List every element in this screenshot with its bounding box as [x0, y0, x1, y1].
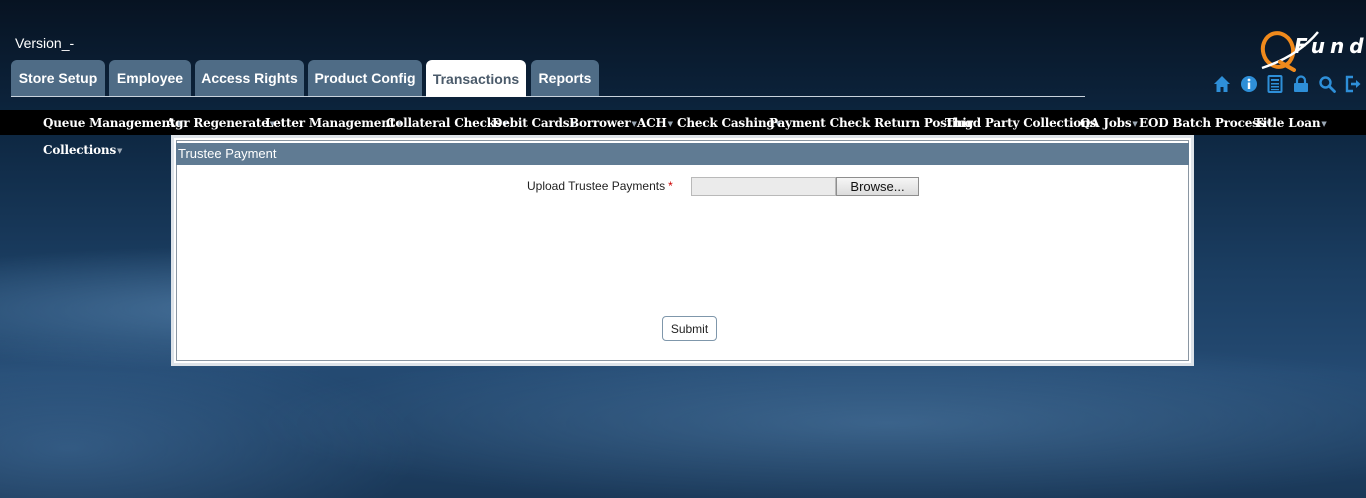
home-icon[interactable] [1213, 75, 1231, 93]
upload-trustee-payments-label: Upload Trustee Payments * [527, 179, 673, 193]
menu-ach[interactable]: ACH▼ [637, 116, 673, 130]
file-path-input[interactable] [691, 177, 836, 196]
search-icon[interactable] [1318, 75, 1336, 93]
menu-queue-management[interactable]: Queue Management▼ [43, 116, 182, 130]
tab-employee[interactable]: Employee [109, 60, 191, 96]
toolbar-icons [1213, 75, 1365, 95]
menu-collateral-checks[interactable]: Collateral Checks▼ [386, 116, 508, 130]
menu-title-loan[interactable]: Title Loan▼ [1254, 116, 1327, 130]
panel-title: Trustee Payment [176, 143, 1189, 165]
calculator-icon[interactable] [1266, 75, 1284, 93]
info-icon[interactable] [1240, 75, 1258, 93]
submit-button[interactable]: Submit [662, 316, 717, 341]
menu-borrower[interactable]: Borrower▼ [569, 116, 637, 130]
menu-payment-check-return-posting[interactable]: Payment Check Return Posting [769, 116, 973, 130]
tab-access-rights[interactable]: Access Rights [195, 60, 304, 96]
lock-icon[interactable] [1292, 75, 1310, 93]
tab-reports[interactable]: Reports [531, 60, 599, 96]
tab-transactions[interactable]: Transactions [426, 60, 526, 97]
tab-product-config[interactable]: Product Config [308, 60, 422, 96]
trustee-payment-panel: Trustee Payment Upload Trustee Payments *… [171, 135, 1194, 366]
version-label: Version_- [15, 35, 75, 51]
menu-eod-batch-process[interactable]: EOD Batch Process▼ [1139, 116, 1272, 130]
tab-store-setup[interactable]: Store Setup [11, 60, 105, 96]
logout-icon[interactable] [1344, 75, 1362, 93]
menu-qa-jobs[interactable]: QA Jobs▼ [1080, 116, 1138, 130]
main-tabs: Store Setup Employee Access Rights Produ… [11, 60, 1085, 97]
browse-button[interactable]: Browse... [836, 177, 919, 196]
menu-letter-management[interactable]: Letter Management▼ [265, 116, 401, 130]
required-marker: * [668, 179, 673, 193]
menu-debit-cards[interactable]: Debit Cards▼ [492, 116, 576, 130]
menu-agr-regenerate[interactable]: Agr Regenerate▼ [166, 116, 275, 130]
menu-collections[interactable]: Collections▼ [43, 143, 122, 157]
menu-check-cashing[interactable]: Check Cashing▼ [677, 116, 781, 130]
menu-bar: Queue Management▼ Agr Regenerate▼ Letter… [0, 110, 1366, 135]
menu-third-party-collections[interactable]: Third Party Collections [945, 116, 1096, 130]
logo-text: Fund [1294, 34, 1366, 58]
